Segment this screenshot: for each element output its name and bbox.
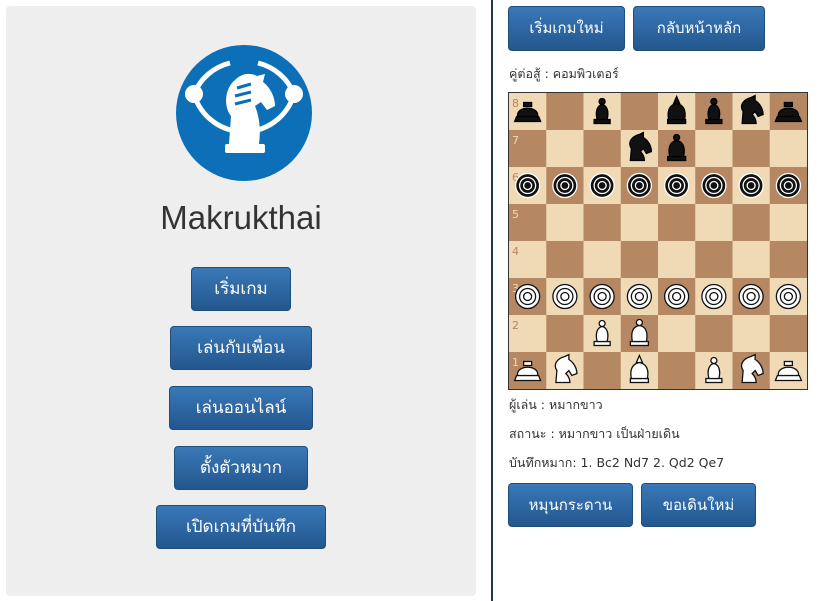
player-label: ผู้เล่น : หมากขาว [509,397,603,412]
play-online-button[interactable]: เล่นออนไลน์ [169,386,313,430]
square-f7[interactable] [695,130,733,168]
play-with-friend-button[interactable]: เล่นกับเพื่อน [170,326,312,370]
square-d5[interactable] [620,204,659,242]
square-g5[interactable] [732,204,771,242]
move-record: บันทึกหมาก: 1. Bc2 Nd7 2. Qd2 Qe7 [509,455,725,470]
file-label: e [684,375,691,388]
square-c5[interactable] [583,204,622,242]
black-pawn-d6[interactable] [626,172,653,199]
square-h2[interactable] [769,315,807,353]
square-g4[interactable] [732,241,771,279]
new-game-button[interactable]: เริ่มเกมใหม่ [508,6,625,51]
board-grid[interactable]: 87654321a b c d e f g h [509,93,807,389]
white-pawn-a3[interactable] [514,283,541,310]
square-b2[interactable] [546,315,584,353]
square-h7[interactable] [769,130,807,168]
square-g7[interactable] [732,130,771,168]
square-c7[interactable] [583,130,622,168]
square-b5[interactable] [546,204,584,242]
white-pawn-d3[interactable] [626,283,653,310]
rank-label: 8 [512,97,519,110]
white-pawn-g3[interactable] [738,283,764,310]
square-c4[interactable] [583,241,622,279]
square-f4[interactable] [695,241,733,279]
square-b8[interactable] [546,93,584,131]
rotate-board-button[interactable]: หมุนกระดาน [508,483,633,527]
rank-label: 2 [512,319,519,332]
open-saved-game-button[interactable]: เปิดเกมที่บันทึก [156,505,326,549]
panel-divider [491,0,493,601]
knight-logo-icon [176,45,312,181]
opponent-label: คู่ต่อสู้ : คอมพิวเตอร์ [509,66,619,81]
square-h4[interactable] [769,241,807,279]
white-pawn-e3[interactable] [663,283,690,310]
square-b7[interactable] [546,130,584,168]
black-pawn-a6[interactable] [514,172,541,199]
chess-board[interactable]: 87654321abcdefgh [508,92,808,390]
white-pawn-f3[interactable] [701,283,727,310]
rank-label: 7 [512,134,519,147]
black-pawn-c6[interactable] [589,172,615,199]
black-pawn-h6[interactable] [775,172,802,199]
main-menu-panel: Makrukthai เริ่มเกม เล่นกับเพื่อน เล่นออ… [6,6,476,596]
black-pawn-g6[interactable] [738,172,764,199]
square-f2[interactable] [695,315,733,353]
setup-pieces-button[interactable]: ตั้งตัวหมาก [174,446,308,490]
app-title: Makrukthai [160,199,322,236]
status-label: สถานะ : หมากขาว เป็นฝ่ายเดิน [509,426,680,441]
square-h5[interactable] [769,204,807,242]
white-pawn-h3[interactable] [775,283,802,310]
rank-label: 1 [512,356,519,369]
square-e2[interactable] [658,315,696,353]
square-d8[interactable] [620,93,659,131]
black-pawn-e6[interactable] [663,172,690,199]
black-pawn-b6[interactable] [552,172,578,199]
undo-move-button[interactable]: ขอเดินใหม่ [641,483,756,527]
start-game-button[interactable]: เริ่มเกม [191,267,291,311]
file-label: c [610,375,616,388]
white-pawn-c3[interactable] [589,283,615,310]
square-e4[interactable] [658,241,696,279]
square-f5[interactable] [695,204,733,242]
black-pawn-f6[interactable] [701,172,727,199]
home-button[interactable]: กลับหน้าหลัก [633,6,765,51]
white-pawn-b3[interactable] [552,283,578,310]
rank-label: 5 [512,208,519,221]
file-label: g [759,375,766,388]
square-d4[interactable] [620,241,659,279]
square-g2[interactable] [732,315,771,353]
file-label: b [573,375,580,388]
square-e5[interactable] [658,204,696,242]
rank-label: 4 [512,245,519,258]
square-b4[interactable] [546,241,584,279]
